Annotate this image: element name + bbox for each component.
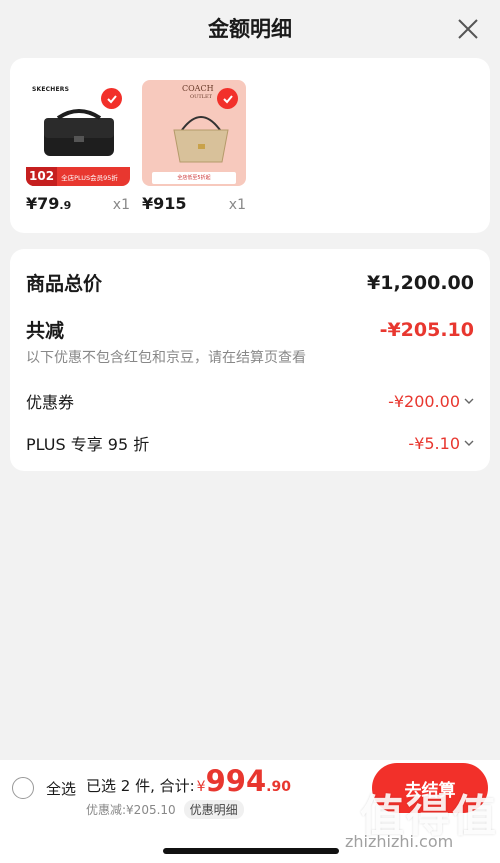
- bag-image: [44, 109, 114, 156]
- promo-text: 全店PLUS会员95折: [61, 173, 118, 182]
- product-item[interactable]: COACH OUTLET 全店低至5折起 ¥915 x1: [142, 80, 246, 233]
- checkbox-checked[interactable]: [101, 88, 122, 109]
- reduce-row: 共减 -¥205.10: [26, 316, 474, 343]
- plus-row[interactable]: PLUS 专享 95 折 -¥5.10: [26, 431, 474, 455]
- total-value: ¥1,200.00: [367, 271, 474, 294]
- product-price: ¥915: [142, 194, 187, 213]
- total-row: 商品总价 ¥1,200.00: [26, 269, 474, 296]
- product-list: SKECHERS 102 全店PLUS会员95折 ¥79.9 x1 COACH O…: [10, 58, 490, 233]
- promo-number: 102: [26, 167, 58, 186]
- check-icon: [222, 94, 233, 103]
- coupon-row[interactable]: 优惠券 -¥200.00: [26, 389, 474, 413]
- coupon-value: -¥200.00: [388, 392, 474, 411]
- close-icon[interactable]: [456, 17, 480, 41]
- brand-logo: COACH OUTLET: [182, 84, 214, 100]
- reduce-value: -¥205.10: [379, 318, 474, 341]
- page-title: 金额明细: [208, 17, 292, 41]
- chevron-down-icon: [464, 440, 474, 446]
- order-summary: 已选 2 件, 合计: ¥ 994 .90: [86, 764, 291, 798]
- home-indicator[interactable]: [163, 848, 339, 854]
- product-image: SKECHERS 102 全店PLUS会员95折: [26, 80, 130, 186]
- header: 金额明细: [0, 0, 500, 58]
- total-label: 商品总价: [26, 273, 103, 295]
- currency: ¥: [196, 779, 206, 795]
- product-qty: x1: [228, 197, 246, 213]
- chevron-down-icon: [464, 398, 474, 404]
- checkbox-checked[interactable]: [217, 88, 238, 109]
- selected-text: 已选 2 件, 合计:: [86, 777, 195, 795]
- select-all-label[interactable]: 全选: [46, 778, 76, 799]
- plus-value: -¥5.10: [408, 434, 474, 453]
- price-row: ¥915 x1: [142, 194, 246, 213]
- discount-detail-button[interactable]: 优惠明细: [183, 800, 244, 819]
- discount-text: 优惠减:¥205.10: [86, 803, 176, 817]
- discount-note: 以下优惠不包含红包和京豆，请在结算页查看: [26, 350, 306, 366]
- promo-bar: 全店低至5折起: [152, 172, 236, 184]
- product-qty: x1: [112, 197, 130, 213]
- total-dec: .90: [266, 779, 291, 795]
- discount-line: 优惠减:¥205.10 优惠明细: [86, 800, 244, 819]
- check-icon: [106, 94, 117, 103]
- price-row: ¥79.9 x1: [26, 194, 130, 213]
- checkout-bar: 全选 已选 2 件, 合计: ¥ 994 .90 优惠减:¥205.10 优惠明…: [0, 760, 500, 863]
- brand-logo: SKECHERS: [32, 86, 70, 93]
- plus-label: PLUS 专享 95 折: [26, 435, 150, 454]
- select-all-radio[interactable]: [12, 777, 34, 799]
- product-item[interactable]: SKECHERS 102 全店PLUS会员95折 ¥79.9 x1: [26, 80, 130, 233]
- product-image: COACH OUTLET 全店低至5折起: [142, 80, 246, 186]
- coupon-label: 优惠券: [26, 393, 75, 412]
- promo-bar: 102 全店PLUS会员95折: [26, 167, 130, 186]
- bag-image: [173, 116, 229, 163]
- product-price: ¥79.9: [26, 194, 72, 213]
- amount-details: 商品总价 ¥1,200.00 共减 -¥205.10 以下优惠不包含红包和京豆，…: [10, 249, 490, 471]
- total-int: 994: [205, 764, 267, 798]
- reduce-label: 共减: [26, 320, 65, 342]
- watermark-url: zhizhizhi.com: [345, 832, 454, 851]
